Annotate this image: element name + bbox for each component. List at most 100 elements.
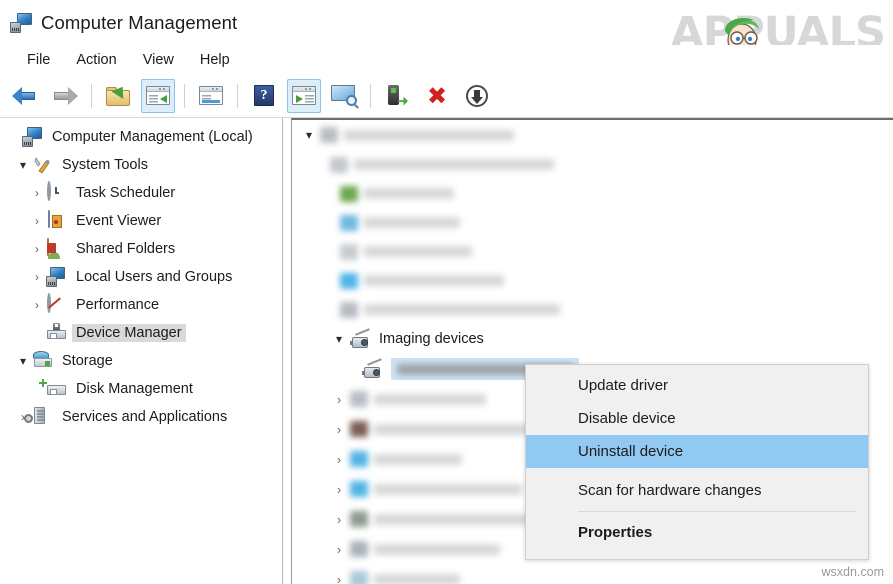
- context-menu-item-disable-device[interactable]: Disable device: [526, 402, 868, 435]
- chevron-right-icon[interactable]: ›: [328, 512, 350, 527]
- performance-icon: [46, 293, 66, 315]
- scan-computer-icon: [331, 85, 357, 106]
- tree-item-event-viewer[interactable]: › Event Viewer: [0, 207, 282, 235]
- menu-item-action[interactable]: Action: [63, 50, 129, 70]
- chevron-right-icon[interactable]: ›: [328, 572, 350, 584]
- forward-arrow-icon: [52, 86, 78, 105]
- toolbar-separator: [237, 83, 238, 108]
- back-arrow-icon: [12, 86, 38, 105]
- context-menu-item-update-driver[interactable]: Update driver: [526, 369, 868, 402]
- imaging-device-icon: [350, 327, 372, 348]
- tree-item-system-tools[interactable]: ▾ System Tools: [0, 151, 282, 179]
- device-context-menu[interactable]: Update driver Disable device Uninstall d…: [525, 364, 869, 560]
- help-button[interactable]: ?: [247, 79, 281, 113]
- tree-item-shared-folders[interactable]: › Shared Folders: [0, 235, 282, 263]
- tree-item-services-and-applications[interactable]: › Services and Applications: [0, 403, 282, 431]
- console-tree-pane[interactable]: Computer Management (Local) ▾ System Too…: [0, 118, 283, 584]
- context-menu-item-label: Disable device: [578, 410, 676, 427]
- disable-device-icon: [466, 84, 488, 107]
- window-title: Computer Management: [41, 11, 238, 33]
- show-action-pane-button[interactable]: [287, 78, 321, 113]
- context-menu-item-label: Scan for hardware changes: [578, 482, 762, 499]
- tree-item-label: Event Viewer: [76, 213, 162, 229]
- chevron-right-icon[interactable]: ›: [328, 422, 350, 437]
- toolbar-separator: [91, 83, 92, 108]
- up-one-level-button[interactable]: [101, 79, 135, 113]
- menu-item-file[interactable]: File: [14, 50, 63, 70]
- tree-item-disk-management[interactable]: Disk Management: [0, 375, 282, 403]
- chevron-right-icon[interactable]: ›: [328, 482, 350, 497]
- tree-item-computer-management[interactable]: Computer Management (Local): [0, 123, 282, 151]
- uninstall-device-icon: ✖: [426, 81, 448, 110]
- device-tree-row[interactable]: ›: [292, 266, 893, 295]
- toolbar-separator: [370, 83, 371, 108]
- computer-management-window: Computer Management APPUALS File Action …: [0, 0, 893, 584]
- shared-folder-icon: [46, 238, 66, 259]
- toolbar: ? ✖: [0, 74, 893, 118]
- scan-computer-button[interactable]: [327, 79, 361, 113]
- imaging-device-icon: [362, 357, 384, 378]
- context-menu-separator: [578, 511, 856, 512]
- update-driver-icon: [386, 84, 408, 107]
- services-icon: [24, 407, 52, 427]
- device-tree-item-label: Imaging devices: [379, 331, 484, 347]
- chevron-right-icon[interactable]: ›: [328, 452, 350, 467]
- chevron-right-icon[interactable]: ›: [28, 271, 46, 283]
- chevron-down-icon[interactable]: ▾: [298, 128, 320, 142]
- back-button[interactable]: [8, 79, 42, 113]
- context-menu-item-uninstall-device[interactable]: Uninstall device: [526, 435, 868, 468]
- tree-item-local-users-and-groups[interactable]: › Local Users and Groups: [0, 263, 282, 291]
- storage-icon: [32, 351, 52, 371]
- menu-item-help[interactable]: Help: [187, 50, 243, 70]
- device-manager-icon: [46, 323, 66, 343]
- console-tree: Computer Management (Local) ▾ System Too…: [0, 118, 282, 431]
- chevron-down-icon[interactable]: ▾: [14, 159, 32, 171]
- device-tree-row[interactable]: ›: [292, 564, 893, 584]
- device-tree-row[interactable]: ›: [292, 295, 893, 324]
- chevron-right-icon[interactable]: ›: [28, 187, 46, 199]
- context-menu-item-label: Uninstall device: [578, 443, 684, 460]
- show-console-tree-button[interactable]: [141, 78, 175, 113]
- device-tree-row[interactable]: [292, 150, 893, 179]
- chevron-right-icon[interactable]: ›: [328, 392, 350, 407]
- tree-item-label: Computer Management (Local): [52, 129, 253, 145]
- context-menu-item-properties[interactable]: Properties: [526, 516, 868, 549]
- device-tree-row[interactable]: ›: [292, 208, 893, 237]
- tree-item-label: Shared Folders: [76, 241, 176, 257]
- tree-item-storage[interactable]: ▾ Storage: [0, 347, 282, 375]
- chevron-down-icon[interactable]: ▾: [14, 355, 32, 367]
- menu-bar: File Action View Help: [0, 45, 893, 74]
- context-menu-item-label: Properties: [578, 524, 653, 541]
- help-icon: ?: [254, 85, 274, 106]
- device-tree-root[interactable]: ▾: [292, 120, 893, 150]
- uninstall-device-button[interactable]: ✖: [420, 79, 454, 113]
- update-driver-button[interactable]: [380, 79, 414, 113]
- chevron-right-icon[interactable]: ›: [328, 542, 350, 557]
- tools-icon: [32, 155, 52, 175]
- show-hide-console-tree-icon: [146, 86, 170, 105]
- device-tree-item-imaging-devices[interactable]: ▾ Imaging devices: [292, 324, 893, 354]
- menu-item-view[interactable]: View: [130, 50, 187, 70]
- context-menu-item-scan-for-hardware-changes[interactable]: Scan for hardware changes: [526, 474, 868, 507]
- chevron-right-icon[interactable]: ›: [28, 215, 46, 227]
- tree-item-task-scheduler[interactable]: › Task Scheduler: [0, 179, 282, 207]
- tree-item-label: Device Manager: [72, 324, 186, 342]
- computer-management-icon: [10, 12, 32, 33]
- tree-item-label: Storage: [62, 353, 113, 369]
- chevron-down-icon[interactable]: ▾: [328, 332, 350, 346]
- device-tree-row[interactable]: ›: [292, 179, 893, 208]
- site-watermark: wsxdn.com: [821, 565, 884, 579]
- tree-item-label: Performance: [76, 297, 160, 313]
- device-tree-row[interactable]: ›: [292, 237, 893, 266]
- tree-item-device-manager[interactable]: Device Manager: [0, 319, 282, 347]
- tree-item-label: Disk Management: [76, 381, 193, 397]
- properties-button[interactable]: [194, 79, 228, 113]
- chevron-right-icon[interactable]: ›: [28, 243, 46, 255]
- tree-item-label: System Tools: [62, 157, 148, 173]
- tree-item-label: Task Scheduler: [76, 185, 176, 201]
- tree-item-performance[interactable]: › Performance: [0, 291, 282, 319]
- show-hide-action-pane-icon: [292, 86, 316, 105]
- chevron-right-icon[interactable]: ›: [28, 299, 46, 311]
- forward-button[interactable]: [48, 79, 82, 113]
- disable-device-button[interactable]: [460, 79, 494, 113]
